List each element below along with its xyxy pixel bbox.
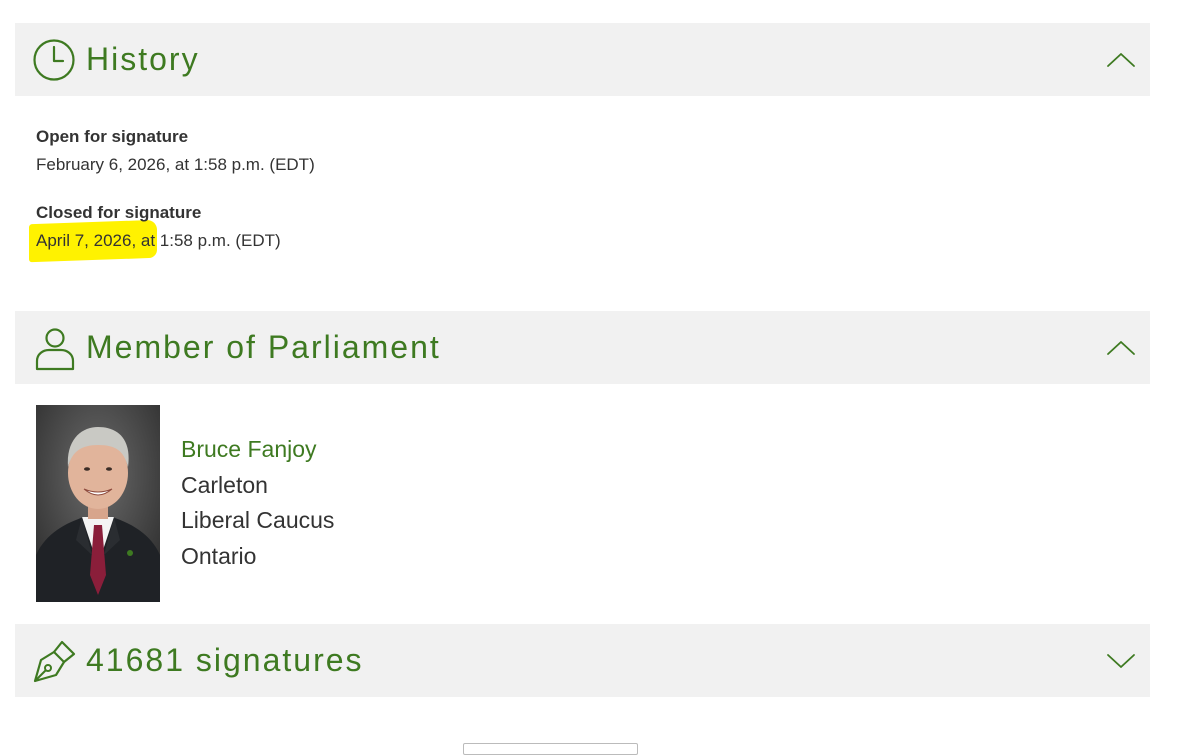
partial-button[interactable] [463, 743, 638, 755]
history-title: History [86, 40, 200, 77]
person-icon [35, 327, 75, 370]
mp-name-link[interactable]: Bruce Fanjoy [181, 436, 317, 463]
chevron-up-icon[interactable] [1106, 339, 1136, 357]
open-for-signature-date: February 6, 2026, at 1:58 p.m. (EDT) [36, 155, 315, 174]
clock-icon [33, 38, 75, 81]
closed-for-signature-date: April 7, 2026, at 1:58 p.m. (EDT) [36, 231, 281, 250]
open-for-signature-label: Open for signature [36, 127, 189, 146]
member-of-parliament-panel-header[interactable]: Member of Parliament [15, 311, 1150, 384]
mp-caucus: Liberal Caucus [181, 507, 335, 533]
signatures-count-title: 41681 signatures [86, 641, 364, 678]
closed-for-signature-label: Closed for signature [36, 203, 202, 222]
mp-province: Ontario [181, 543, 257, 569]
chevron-down-icon[interactable] [1106, 652, 1136, 670]
mp-portrait-photo [36, 405, 160, 602]
mp-riding: Carleton [181, 472, 268, 498]
chevron-up-icon[interactable] [1106, 51, 1136, 69]
member-of-parliament-title: Member of Parliament [86, 328, 441, 365]
signatures-panel-header[interactable]: 41681 signatures [15, 624, 1150, 697]
history-panel-header[interactable]: History [15, 23, 1150, 96]
fountain-pen-icon [33, 640, 76, 682]
